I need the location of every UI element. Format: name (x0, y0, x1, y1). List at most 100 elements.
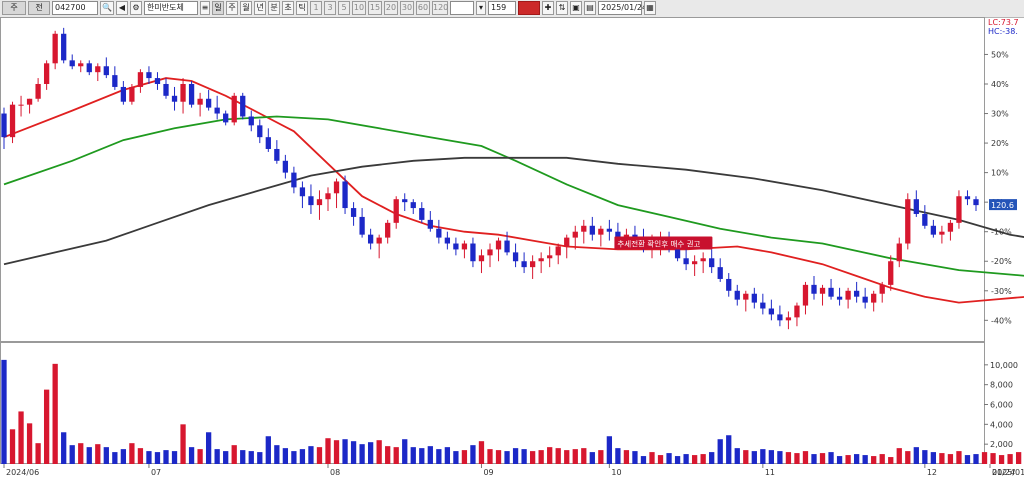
count-input[interactable]: 159 (488, 1, 516, 15)
toolbar-settings-icon[interactable]: ⚙ (130, 1, 142, 15)
candle (1, 107, 7, 149)
candle-body (385, 222, 391, 238)
toolbar-crosshair-icon[interactable]: ✚ (542, 1, 554, 15)
toolbar-chart-type-icon[interactable]: ▤ (584, 1, 596, 15)
candle (291, 166, 297, 194)
candle-body (743, 293, 749, 300)
tab-tick[interactable]: 틱 (296, 1, 308, 15)
candle (393, 196, 399, 229)
candle (197, 92, 203, 117)
toolbar-market-select[interactable]: 전 (28, 1, 50, 15)
candle (964, 190, 971, 206)
candle (973, 196, 979, 212)
volume-bar (197, 449, 203, 464)
interval-120[interactable]: 120 (432, 1, 448, 15)
volume-bar (478, 441, 485, 464)
toolbar-date-input[interactable]: 2025/01/24 (598, 1, 647, 15)
interval-15[interactable]: 15 (368, 1, 382, 15)
volume-bar (180, 424, 186, 464)
toolbar-chart-icon[interactable]: ⇅ (556, 1, 568, 15)
interval-1[interactable]: 1 (310, 1, 322, 15)
volume-bar (495, 450, 502, 464)
candle-body (717, 267, 723, 279)
interval-20[interactable]: 20 (384, 1, 398, 15)
candle (691, 255, 698, 277)
tab-month[interactable]: 월 (240, 1, 252, 15)
tab-minute[interactable]: 분 (268, 1, 280, 15)
volume-bar (436, 449, 442, 464)
volume-bar (163, 450, 169, 464)
candle-body (691, 261, 698, 265)
candle (453, 237, 459, 256)
candle (35, 78, 41, 102)
candle-body (26, 98, 33, 105)
volume-bar (657, 455, 664, 464)
stock-chart: 50%40%30%20%10%0%-10%-20%-30%-40% 10,000… (0, 17, 1024, 477)
interval-10[interactable]: 10 (352, 1, 366, 15)
trend-annotation: 추세전환 확인후 매수 권고 (614, 236, 713, 250)
interval-dropdown[interactable]: ▾ (476, 1, 486, 15)
candle-body (171, 95, 178, 102)
interval-3[interactable]: 3 (324, 1, 336, 15)
candle (146, 66, 152, 84)
volume-bar (930, 452, 937, 464)
candle-body (402, 199, 408, 203)
candle-body (709, 258, 715, 268)
interval-30[interactable]: 30 (400, 1, 414, 15)
tab-second[interactable]: 초 (282, 1, 294, 15)
candle (726, 273, 732, 297)
candle (188, 81, 195, 108)
candle (811, 276, 817, 300)
toolbar-sound-icon[interactable]: ◀ (116, 1, 128, 15)
candle (129, 83, 135, 105)
volume-bar (1007, 454, 1013, 464)
candle-body (589, 225, 595, 235)
toolbar-period-select[interactable]: 주 (2, 1, 26, 15)
tab-day[interactable]: 일 (212, 1, 224, 15)
candle-body (768, 308, 775, 315)
volume-bar (564, 450, 570, 464)
interval-custom-input[interactable] (450, 1, 474, 15)
candle (512, 243, 519, 268)
candle-body (700, 258, 706, 262)
interval-60[interactable]: 60 (416, 1, 430, 15)
count-apply-button[interactable] (518, 1, 540, 15)
price-tick-label: 30% (991, 110, 1009, 119)
candle-body (495, 240, 502, 250)
candle-body (240, 95, 246, 117)
tab-week[interactable]: 주 (226, 1, 238, 15)
candle (120, 81, 127, 105)
candle-body (112, 75, 118, 87)
toolbar-calendar-icon[interactable]: ▦ (644, 1, 656, 15)
volume-bar (547, 447, 553, 464)
toolbar-menu-icon[interactable]: ≡ (200, 1, 210, 15)
tab-year[interactable]: 년 (254, 1, 266, 15)
candle-body (751, 293, 757, 303)
volume-bar (291, 451, 297, 464)
volume-bar (871, 456, 877, 464)
volume-bar (95, 444, 101, 464)
toolbar-stock-name[interactable]: 한미반도체 (144, 1, 198, 15)
candle (879, 281, 885, 303)
toolbar-save-icon[interactable]: ▣ (570, 1, 582, 15)
volume-bar (103, 447, 109, 464)
interval-5[interactable]: 5 (338, 1, 350, 15)
candle (265, 128, 271, 152)
candle (427, 211, 433, 232)
volume-bar (154, 452, 161, 464)
chart-frame (0, 17, 985, 464)
candle-body (427, 219, 433, 229)
candle-body (419, 208, 425, 220)
candle (231, 92, 237, 126)
volume-bar (666, 453, 672, 464)
toolbar-code-input[interactable]: 042700 (52, 1, 98, 15)
volume-bar (402, 439, 408, 464)
toolbar-search-icon[interactable]: 🔍 (100, 1, 114, 15)
candle-body (836, 296, 843, 300)
candle (214, 95, 220, 120)
volume-bar (956, 451, 962, 464)
candle-body (248, 116, 254, 126)
candle-body (683, 258, 689, 265)
candle (547, 246, 553, 268)
candle-body (939, 231, 945, 235)
